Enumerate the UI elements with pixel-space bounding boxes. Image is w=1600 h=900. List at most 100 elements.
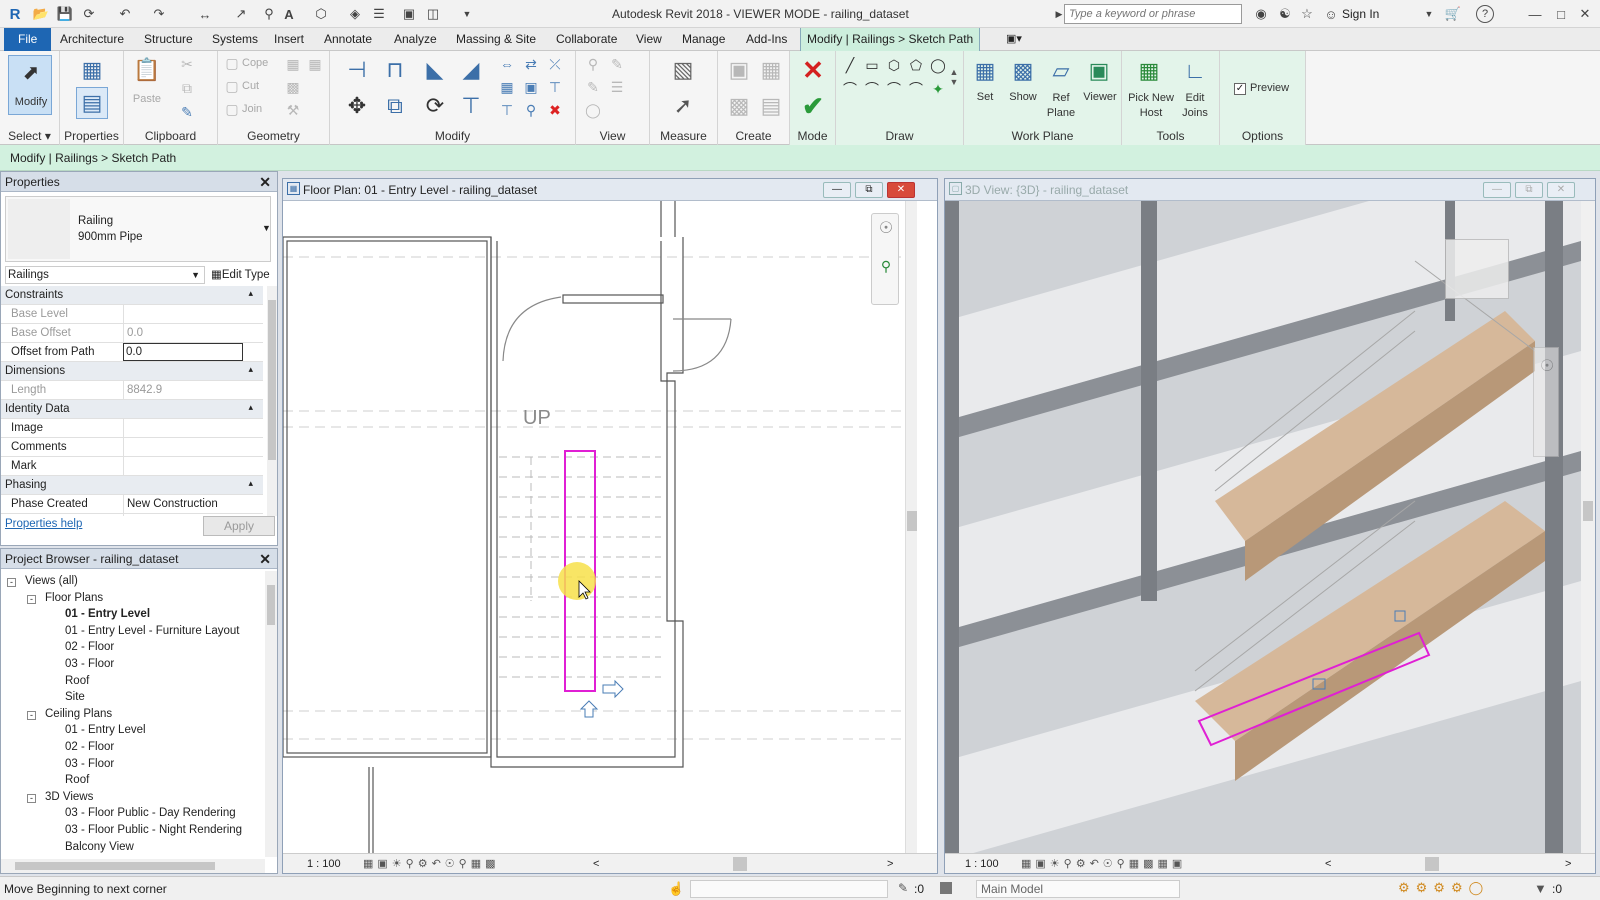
browser-item[interactable]: Ceiling Plans [45,708,112,720]
inscribed-polygon-icon[interactable]: ⬡ [884,55,904,75]
steering-wheel-icon[interactable]: ☉ [876,218,896,238]
thin-lines-icon[interactable]: ☰ [370,5,388,23]
draw-gallery-scroll-icon[interactable]: ▲ ▼ [948,55,960,99]
hide-icon[interactable]: ⚲ [584,55,602,73]
tree-toggle-icon[interactable]: - [27,594,36,604]
close-app-icon[interactable]: ✕ [1576,5,1594,23]
restore-view-button[interactable]: ⧉ [1515,182,1543,198]
copy-icon[interactable]: ⧉ [178,79,196,97]
browser-item[interactable]: 01 - Entry Level [65,724,146,736]
set-work-plane-icon[interactable]: ▦ [970,55,1000,87]
tab-systems[interactable]: Systems [206,28,264,51]
property-value[interactable]: 8842.9 [127,384,162,396]
rotate-icon[interactable]: ⟳ [420,91,450,121]
browser-item[interactable]: 03 - Floor Public - Day Rendering [65,807,236,819]
3d-hscroll-right-icon[interactable]: > [1565,854,1571,874]
show-work-plane-icon[interactable]: ▩ [1008,55,1038,87]
direction-arrow-icon[interactable] [579,700,599,718]
cut-geometry-icon[interactable]: ▢ [224,78,240,94]
revit-logo-icon[interactable]: R [6,5,24,23]
binoculars-icon[interactable]: ◉ [1252,5,1270,23]
split-element-icon[interactable]: ⇔ [498,55,516,73]
array-icon[interactable]: ▦ [498,78,516,96]
plan-view-controls-icon[interactable]: ▦▣☀⚲⚙↶☉⚲▦▩ [363,854,500,874]
tangent-arc-icon[interactable]: ⌒ [884,79,904,99]
align-icon[interactable]: ⊣ [342,55,372,85]
ref-plane-icon[interactable]: ▱ [1046,55,1076,87]
open-icon[interactable]: 📂 [32,5,50,23]
plan-hscroll-thumb[interactable] [733,857,747,871]
fillet-arc-icon[interactable]: ⌒ [906,79,926,99]
tab-structure[interactable]: Structure [138,28,199,51]
tab-analyze[interactable]: Analyze [388,28,443,51]
close-hidden-icon[interactable]: ▣ [400,5,418,23]
create-assembly-icon[interactable]: ▣ [724,55,754,85]
browser-item[interactable]: 01 - Entry Level [65,608,150,620]
tab-insert[interactable]: Insert [268,28,310,51]
collapse-icon[interactable]: ▴ [248,478,253,489]
plan-hscroll-right-icon[interactable]: > [887,854,893,874]
close-icon[interactable]: ✕ [259,172,271,192]
properties-help-link[interactable]: Properties help [5,518,82,530]
property-value[interactable]: New Construction [127,498,218,510]
minimize-view-button[interactable]: — [1483,182,1511,198]
property-row[interactable]: Base Level [1,305,263,324]
sign-in-link[interactable]: Sign In [1342,7,1379,21]
subscription-icon[interactable]: ☯ [1276,5,1294,23]
tree-toggle-icon[interactable]: - [27,710,36,720]
search-input[interactable] [1064,4,1242,24]
override-graphics-icon[interactable]: ✎ [608,55,626,73]
modify-button[interactable]: ⬈ Modify [8,55,52,115]
unpin-icon[interactable]: ⤫ [546,55,564,73]
match-type-icon[interactable]: ✎ [178,103,196,121]
demolish-icon[interactable]: ⚒ [284,101,302,119]
properties-scrollbar[interactable] [267,286,277,516]
user-icon[interactable]: ☺ [1322,5,1340,23]
start-end-arc-icon[interactable]: ⌒ [840,79,860,99]
pick-lines-icon[interactable]: ✦ [928,79,948,99]
line-icon[interactable]: ╱ [840,55,860,75]
undo-icon[interactable]: ↶ [116,5,134,23]
browser-scrollbar[interactable] [265,571,277,857]
floor-plan-canvas[interactable] [283,201,905,853]
trim-single-icon[interactable]: ⊤ [546,78,564,96]
browser-item[interactable]: 03 - Floor [65,658,114,670]
maximize-app-icon[interactable]: □ [1552,5,1570,23]
tab-massing-site[interactable]: Massing & Site [450,28,542,51]
filter-icon[interactable]: ▼ [1534,881,1547,896]
sync-icon[interactable]: ⟳ [80,5,98,23]
circumscribed-polygon-icon[interactable]: ⬠ [906,55,926,75]
zoom-icon[interactable]: ⚲ [876,258,896,278]
edit-type-button[interactable]: ▦Edit Type [211,267,270,281]
collapse-icon[interactable]: ▴ [248,364,253,375]
redo-icon[interactable]: ↷ [150,5,168,23]
browser-item[interactable]: 03 - Floor [65,758,114,770]
tree-toggle-icon[interactable]: - [27,793,36,803]
pick-new-host-icon[interactable]: ▦ [1134,55,1164,87]
tree-toggle-icon[interactable]: - [7,578,16,587]
restore-view-button[interactable]: ⧉ [855,182,883,198]
split-face-icon[interactable]: ▦ [306,55,324,73]
tab-modify-railings-sketch-path[interactable]: Modify | Railings > Sketch Path [800,28,981,51]
tab-architecture[interactable]: Architecture [54,28,130,51]
3d-vscrollbar[interactable] [1581,201,1595,853]
tab-file[interactable]: File [4,28,52,51]
tab-view[interactable]: View [630,28,668,51]
browser-item[interactable]: 01 - Entry Level - Furniture Layout [65,625,240,637]
browser-item[interactable]: Roof [65,774,89,786]
section-icon[interactable]: ◈ [346,5,364,23]
scale-icon[interactable]: ▣ [522,78,540,96]
close-view-button[interactable]: ✕ [1547,182,1575,198]
graphics-icon[interactable]: ☰ [608,78,626,96]
center-ends-arc-icon[interactable]: ⌒ [862,79,882,99]
cope-icon[interactable]: ▢ [224,55,240,71]
create-similar-icon[interactable]: ▩ [724,91,754,121]
editing-requests-icon[interactable]: ☝ [668,881,684,897]
rectangle-icon[interactable]: ▭ [862,55,882,75]
tab-collaborate[interactable]: Collaborate [550,28,623,51]
split-gap-icon[interactable]: ⇄ [522,55,540,73]
qat-dropdown-icon[interactable]: ▼ [458,5,476,23]
switch-windows-icon[interactable]: ◫ [424,5,442,23]
cut-scissors-icon[interactable]: ✂ [178,55,196,73]
dimension-icon[interactable]: ↗ [232,5,250,23]
